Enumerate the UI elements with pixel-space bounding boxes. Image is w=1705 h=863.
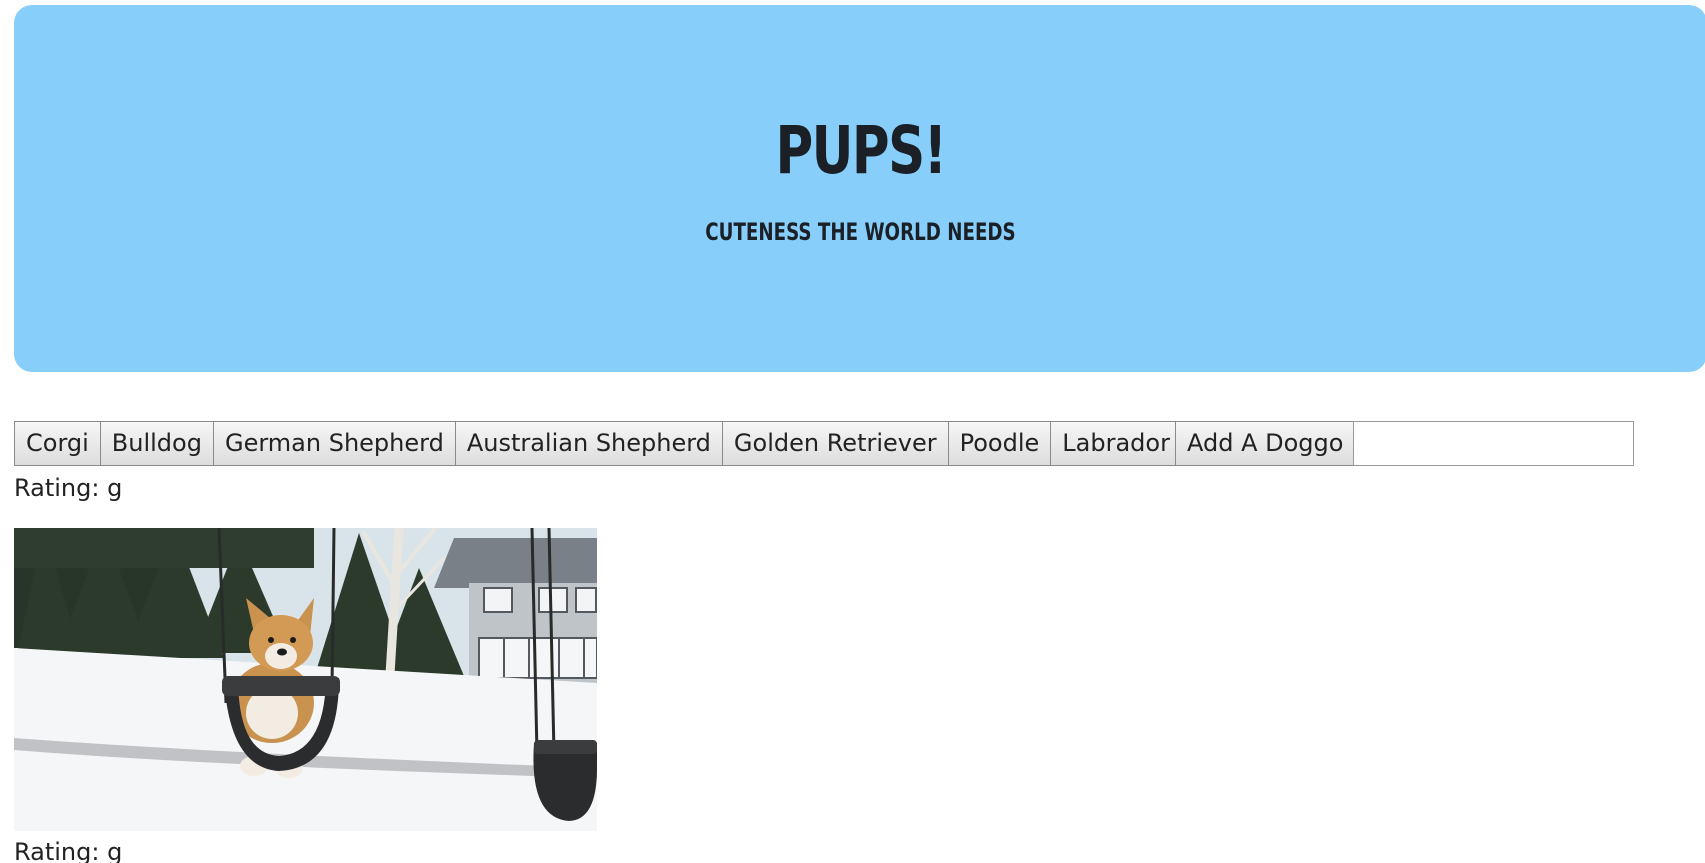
breed-button-corgi[interactable]: Corgi: [14, 421, 101, 466]
rating-label: Rating: g: [14, 474, 123, 502]
breed-button-bar: Corgi Bulldog German Shepherd Australian…: [14, 421, 1182, 466]
add-doggo-input[interactable]: [1353, 421, 1634, 466]
breed-button-german-shepherd[interactable]: German Shepherd: [212, 421, 456, 466]
breed-button-labrador[interactable]: Labrador: [1050, 421, 1182, 466]
breed-button-poodle[interactable]: Poodle: [947, 421, 1052, 466]
page-subtitle: CUTENESS THE WORLD NEEDS: [705, 218, 1016, 246]
breed-button-australian-shepherd[interactable]: Australian Shepherd: [454, 421, 723, 466]
rating-label: Rating: g: [14, 838, 123, 863]
dog-gif-image: [14, 528, 597, 831]
page: PUPS! CUTENESS THE WORLD NEEDS Corgi Bul…: [0, 0, 1705, 863]
page-title: PUPS!: [775, 112, 947, 189]
hero-banner: PUPS! CUTENESS THE WORLD NEEDS: [14, 5, 1705, 372]
breed-button-bulldog[interactable]: Bulldog: [99, 421, 214, 466]
add-doggo-button[interactable]: Add A Doggo: [1175, 421, 1356, 466]
breed-button-golden-retriever[interactable]: Golden Retriever: [721, 421, 949, 466]
